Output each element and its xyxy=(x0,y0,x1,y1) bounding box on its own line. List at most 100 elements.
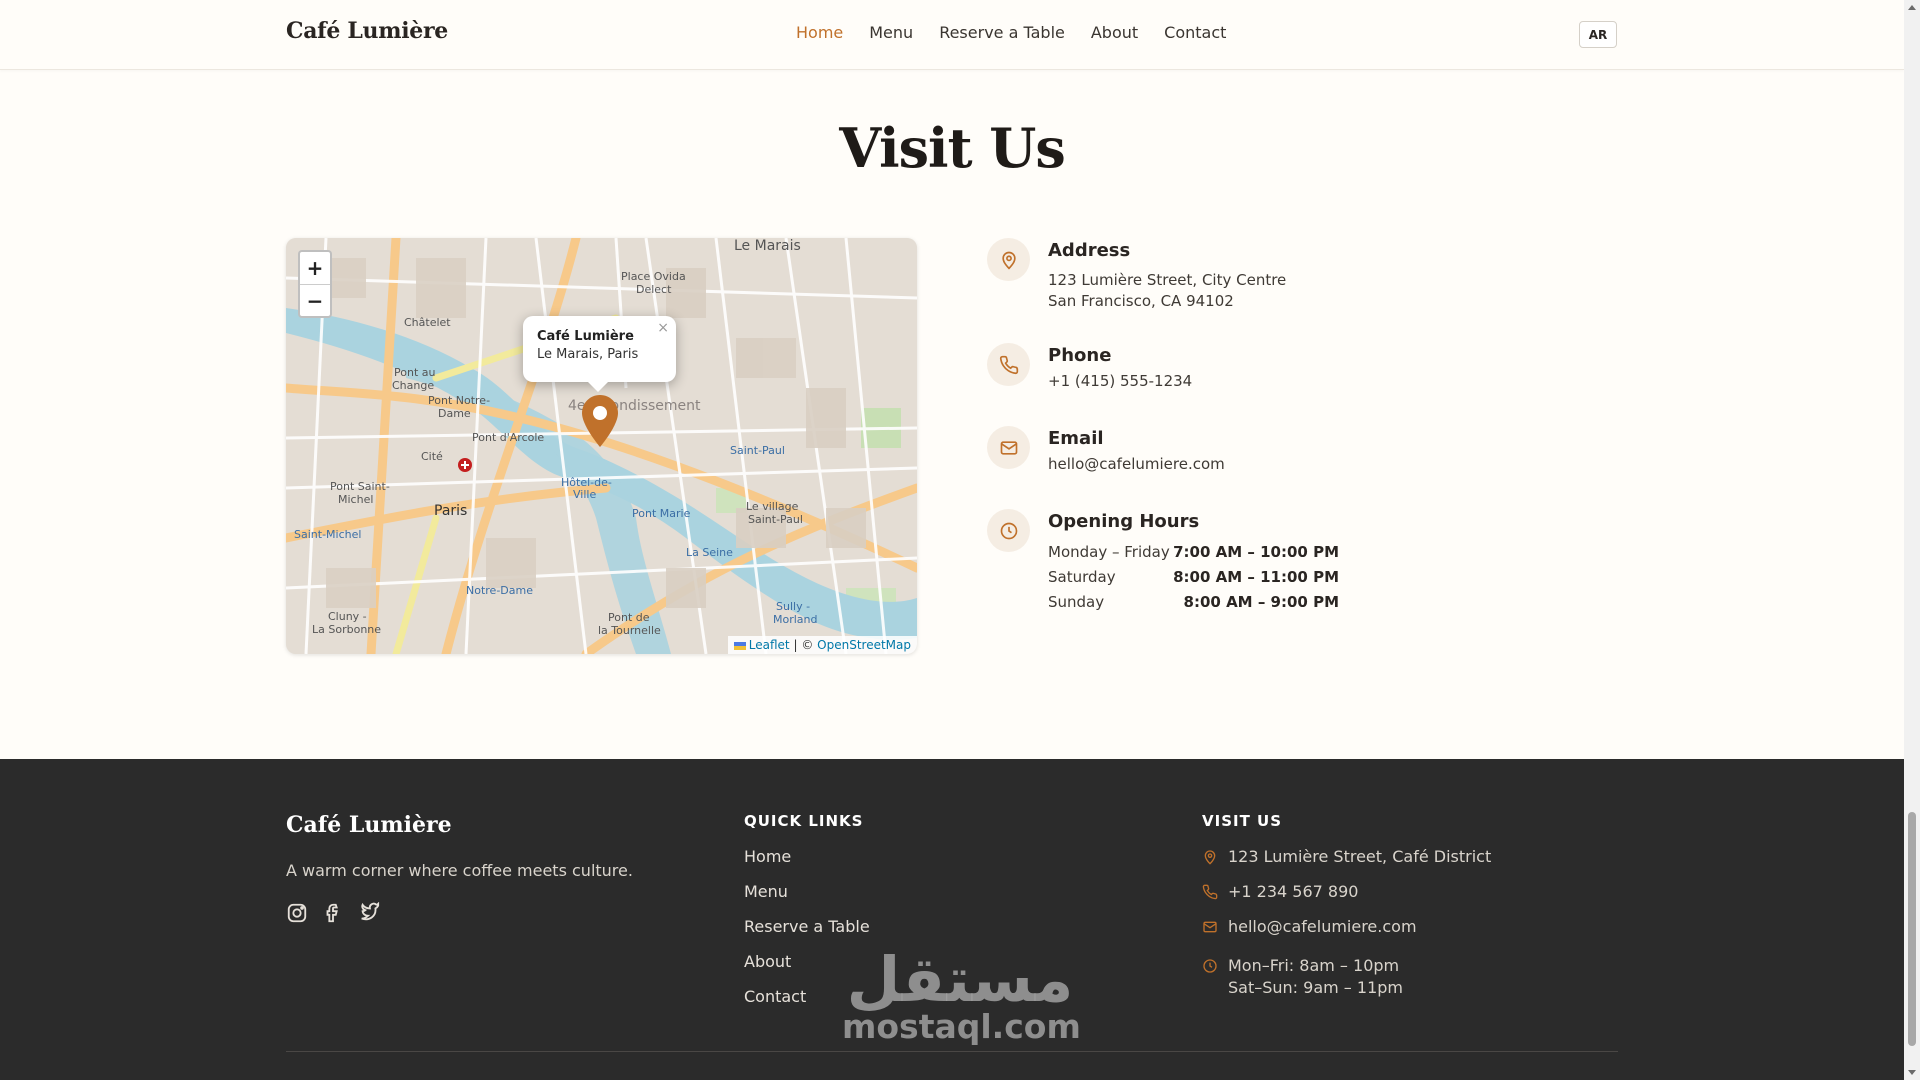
footer-tagline: A warm corner where coffee meets culture… xyxy=(286,861,633,880)
svg-text:Delect: Delect xyxy=(636,283,672,296)
phone-title: Phone xyxy=(1048,345,1112,366)
svg-text:La Seine: La Seine xyxy=(686,546,733,559)
popup-close-button[interactable]: × xyxy=(657,320,669,336)
flag-icon xyxy=(733,641,746,650)
address-line1: 123 Lumière Street, City Centre xyxy=(1048,271,1287,289)
map-pin-icon xyxy=(1204,850,1216,865)
map-marker-icon[interactable] xyxy=(582,395,618,447)
popup-subtitle: Le Marais, Paris xyxy=(537,347,639,362)
attribution-separator: | © xyxy=(793,638,814,652)
svg-text:Dame: Dame xyxy=(438,407,471,420)
nav-contact[interactable]: Contact xyxy=(1164,23,1226,42)
brand-logo[interactable]: Café Lumière xyxy=(286,18,448,44)
map-popup: × Café Lumière Le Marais, Paris xyxy=(523,316,676,392)
svg-text:Pont au: Pont au xyxy=(394,366,435,379)
phone-value[interactable]: +1 (415) 555-1234 xyxy=(1048,372,1448,390)
svg-text:Pont Marie: Pont Marie xyxy=(632,507,691,520)
footer-phone: +1 234 567 890 xyxy=(1202,882,1491,917)
zoom-out-button[interactable]: − xyxy=(300,284,330,316)
svg-text:la Tournelle: la Tournelle xyxy=(598,624,661,637)
hours-time: 7:00 AM – 10:00 PM xyxy=(1173,543,1339,561)
email-title: Email xyxy=(1048,428,1104,449)
svg-text:Pont d'Arcole: Pont d'Arcole xyxy=(472,431,544,444)
footer-address-text: 123 Lumière Street, Café District xyxy=(1228,847,1492,866)
clock-icon xyxy=(987,509,1030,552)
svg-text:Le Marais: Le Marais xyxy=(734,238,801,254)
svg-text:Place Ovida: Place Ovida xyxy=(621,270,686,283)
svg-text:Pont Saint-: Pont Saint- xyxy=(330,480,390,493)
hours-row: Sunday 8:00 AM – 9:00 PM xyxy=(1048,593,1339,611)
footer-hours-weekend: Sat–Sun: 9am – 11pm xyxy=(1228,978,1403,997)
footer-visit-info: 123 Lumière Street, Café District +1 234… xyxy=(1202,847,1491,997)
language-toggle-button[interactable]: AR xyxy=(1579,21,1617,48)
svg-text:Paris: Paris xyxy=(434,503,467,519)
map-attribution: Leaflet | © OpenStreetMap xyxy=(727,636,917,654)
zoom-control: + − xyxy=(298,250,332,318)
footer-hours-weekday: Mon–Fri: 8am – 10pm xyxy=(1228,956,1400,975)
footer-phone-text[interactable]: +1 234 567 890 xyxy=(1228,882,1358,901)
quick-links-title: QUICK LINKS xyxy=(744,812,864,830)
nav-about[interactable]: About xyxy=(1091,23,1138,42)
footer-email: hello@cafelumiere.com xyxy=(1202,917,1491,952)
hours-day: Monday – Friday xyxy=(1048,543,1170,561)
svg-text:Morland: Morland xyxy=(773,613,818,626)
address-title: Address xyxy=(1048,240,1131,261)
phone-icon xyxy=(987,343,1030,386)
svg-text:La Sorbonne: La Sorbonne xyxy=(312,623,381,636)
instagram-icon[interactable] xyxy=(286,902,308,924)
hours-time: 8:00 AM – 9:00 PM xyxy=(1183,593,1339,611)
hours-row: Saturday 8:00 AM – 11:00 PM xyxy=(1048,568,1339,586)
footer-brand: Café Lumière xyxy=(286,812,452,838)
facebook-icon[interactable] xyxy=(322,902,344,924)
svg-text:Cluny -: Cluny - xyxy=(328,610,367,623)
footer-address: 123 Lumière Street, Café District xyxy=(1202,847,1491,882)
svg-text:Ville: Ville xyxy=(573,488,596,501)
scroll-up-arrow-icon[interactable] xyxy=(1908,5,1916,10)
svg-text:Sully -: Sully - xyxy=(776,600,810,613)
mail-icon xyxy=(987,426,1030,469)
svg-text:Cité: Cité xyxy=(421,450,443,463)
nav-menu[interactable]: Menu xyxy=(869,23,913,42)
svg-text:Saint-Paul: Saint-Paul xyxy=(730,444,785,457)
site-header: Café Lumière Home Menu Reserve a Table A… xyxy=(0,0,1904,70)
twitter-icon[interactable] xyxy=(358,902,380,924)
svg-text:Châtelet: Châtelet xyxy=(404,316,451,329)
svg-text:Le village: Le village xyxy=(746,500,799,513)
location-map[interactable]: Le Marais Place Ovida Delect Châtelet Po… xyxy=(286,238,917,654)
svg-text:Pont de: Pont de xyxy=(608,611,650,624)
section-title: Visit Us xyxy=(839,116,1066,180)
svg-text:Michel: Michel xyxy=(338,493,373,506)
svg-text:Notre-Dame: Notre-Dame xyxy=(466,584,533,597)
svg-text:Saint-Paul: Saint-Paul xyxy=(748,513,803,526)
footer-link-menu[interactable]: Menu xyxy=(744,882,870,917)
hours-day: Sunday xyxy=(1048,593,1105,611)
watermark-arabic: مستقل xyxy=(846,943,1074,1016)
footer-hours: Mon–Fri: 8am – 10pm Sat–Sun: 9am – 11pm xyxy=(1202,956,1491,997)
nav-home[interactable]: Home xyxy=(796,23,843,42)
social-links xyxy=(286,902,380,924)
vertical-scrollbar[interactable] xyxy=(1904,0,1920,1080)
clock-icon xyxy=(1203,959,1217,973)
map-pin-icon xyxy=(987,238,1030,281)
svg-text:Saint-Michel: Saint-Michel xyxy=(294,528,361,541)
popup-title: Café Lumière xyxy=(537,329,634,344)
scroll-thumb[interactable] xyxy=(1908,812,1916,1046)
main-nav: Home Menu Reserve a Table About Contact xyxy=(796,23,1226,42)
svg-text:Pont Notre-: Pont Notre- xyxy=(428,394,490,407)
footer-link-home[interactable]: Home xyxy=(744,847,870,882)
visit-us-title: VISIT US xyxy=(1202,812,1283,830)
footer-email-text[interactable]: hello@cafelumiere.com xyxy=(1228,917,1417,936)
email-value[interactable]: hello@cafelumiere.com xyxy=(1048,455,1448,473)
scroll-down-arrow-icon[interactable] xyxy=(1908,1070,1916,1075)
watermark-latin: mostaql.com xyxy=(842,1007,1081,1046)
osm-link[interactable]: OpenStreetMap xyxy=(817,638,911,652)
hours-day: Saturday xyxy=(1048,568,1116,586)
address-line2: San Francisco, CA 94102 xyxy=(1048,292,1234,310)
zoom-in-button[interactable]: + xyxy=(300,252,330,284)
leaflet-link[interactable]: Leaflet xyxy=(749,638,790,652)
hours-row: Monday – Friday 7:00 AM – 10:00 PM xyxy=(1048,543,1339,561)
hours-title: Opening Hours xyxy=(1048,511,1200,532)
nav-reserve[interactable]: Reserve a Table xyxy=(939,23,1065,42)
mail-icon xyxy=(1203,921,1217,933)
watermark-logo: مستقل mostaql.com xyxy=(842,943,1081,1046)
